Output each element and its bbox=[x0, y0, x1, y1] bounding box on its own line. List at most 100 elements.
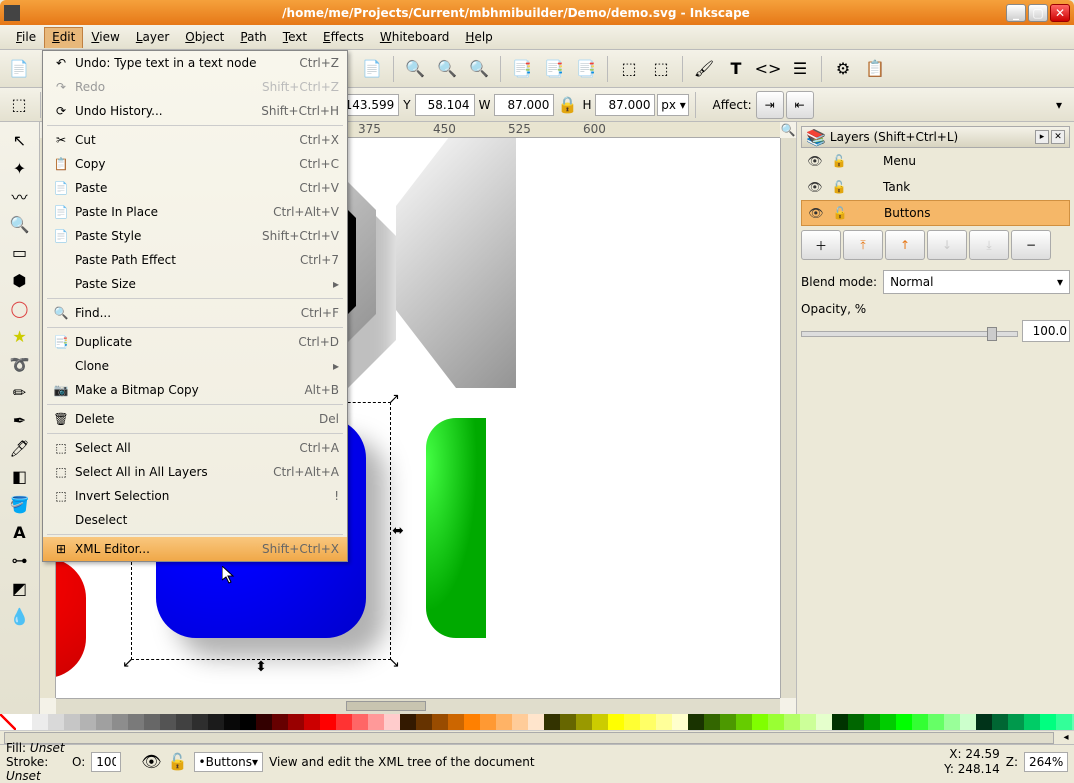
color-swatch[interactable] bbox=[64, 714, 80, 730]
gradient-tool[interactable]: ◩ bbox=[4, 574, 36, 602]
menu-object[interactable]: Object bbox=[177, 27, 232, 47]
affect-scale-corners-button[interactable]: ⇤ bbox=[786, 91, 814, 119]
layer-add-button[interactable]: ＋ bbox=[801, 230, 841, 260]
menu-item-select-all[interactable]: ⬚Select AllCtrl+A bbox=[43, 436, 347, 460]
menu-file[interactable]: File bbox=[8, 27, 44, 47]
color-swatch[interactable] bbox=[608, 714, 624, 730]
color-swatch[interactable] bbox=[640, 714, 656, 730]
menu-effects[interactable]: Effects bbox=[315, 27, 372, 47]
box3d-tool[interactable]: ⬢ bbox=[4, 266, 36, 294]
color-swatch[interactable] bbox=[1008, 714, 1024, 730]
color-swatch[interactable] bbox=[544, 714, 560, 730]
color-swatch[interactable] bbox=[944, 714, 960, 730]
unlink-button[interactable]: 📑 bbox=[571, 54, 601, 84]
layer-row[interactable]: 👁🔓Buttons bbox=[801, 200, 1070, 226]
color-swatch[interactable] bbox=[224, 714, 240, 730]
menu-item-undo-history[interactable]: ⟳Undo History...Shift+Ctrl+H bbox=[43, 99, 347, 123]
menu-item-make-a-bitmap-copy[interactable]: 📷Make a Bitmap CopyAlt+B bbox=[43, 378, 347, 402]
color-swatch[interactable] bbox=[1024, 714, 1040, 730]
menu-item-find[interactable]: 🔍Find...Ctrl+F bbox=[43, 301, 347, 325]
color-swatch[interactable] bbox=[416, 714, 432, 730]
color-swatch[interactable] bbox=[112, 714, 128, 730]
opacity-slider[interactable] bbox=[801, 331, 1018, 337]
color-swatch[interactable] bbox=[672, 714, 688, 730]
close-button[interactable]: ✕ bbox=[1050, 4, 1070, 22]
color-swatch[interactable] bbox=[320, 714, 336, 730]
color-swatch[interactable] bbox=[928, 714, 944, 730]
color-swatch[interactable] bbox=[1040, 714, 1056, 730]
minimize-button[interactable]: _ bbox=[1006, 4, 1026, 22]
eraser-tool[interactable]: ◧ bbox=[4, 462, 36, 490]
panel-iconify-button[interactable]: ▸ bbox=[1035, 130, 1049, 144]
menu-item-clone[interactable]: Clone▸ bbox=[43, 354, 347, 378]
lock-wh-button[interactable]: 🔒 bbox=[556, 94, 578, 116]
color-swatch[interactable] bbox=[192, 714, 208, 730]
color-swatch[interactable] bbox=[368, 714, 384, 730]
color-swatch[interactable] bbox=[208, 714, 224, 730]
group-button[interactable]: ⬚ bbox=[614, 54, 644, 84]
color-swatch[interactable] bbox=[720, 714, 736, 730]
color-swatch[interactable] bbox=[32, 714, 48, 730]
ellipse-tool[interactable]: ◯ bbox=[4, 294, 36, 322]
color-swatch[interactable] bbox=[832, 714, 848, 730]
text-tool[interactable]: A bbox=[4, 518, 36, 546]
eye-icon[interactable]: 👁 bbox=[807, 154, 823, 168]
color-swatch[interactable] bbox=[496, 714, 512, 730]
lock-icon[interactable]: 🔓 bbox=[832, 206, 848, 220]
zoom-icon[interactable]: 🔍 bbox=[780, 122, 796, 138]
resize-handle-sw[interactable]: ↙ bbox=[122, 657, 134, 669]
color-swatch[interactable] bbox=[752, 714, 768, 730]
color-swatch[interactable] bbox=[352, 714, 368, 730]
paste-button[interactable]: 📄 bbox=[357, 54, 387, 84]
color-swatch[interactable] bbox=[144, 714, 160, 730]
zoom-tool[interactable]: 🔍 bbox=[4, 210, 36, 238]
maximize-button[interactable]: ▢ bbox=[1028, 4, 1048, 22]
color-swatch[interactable] bbox=[656, 714, 672, 730]
red-button-shape[interactable] bbox=[56, 558, 86, 678]
pencil-tool[interactable]: ✏ bbox=[4, 378, 36, 406]
opacity-input[interactable] bbox=[1022, 320, 1070, 342]
palette-scrollbar[interactable] bbox=[4, 732, 1054, 744]
color-swatch[interactable] bbox=[912, 714, 928, 730]
resize-handle-s[interactable]: ⬍ bbox=[255, 661, 267, 673]
selector-tool[interactable]: ↖ bbox=[4, 126, 36, 154]
tweak-tool[interactable]: 〰 bbox=[4, 182, 36, 210]
color-swatch[interactable] bbox=[48, 714, 64, 730]
bezier-tool[interactable]: ✒ bbox=[4, 406, 36, 434]
spiral-tool[interactable]: ➰ bbox=[4, 350, 36, 378]
color-swatch[interactable] bbox=[400, 714, 416, 730]
menu-edit[interactable]: Edit bbox=[44, 27, 83, 48]
color-swatch[interactable] bbox=[880, 714, 896, 730]
menu-item-paste-in-place[interactable]: 📄Paste In PlaceCtrl+Alt+V bbox=[43, 200, 347, 224]
color-swatch[interactable] bbox=[272, 714, 288, 730]
menu-help[interactable]: Help bbox=[457, 27, 500, 47]
resize-handle-se[interactable]: ↘ bbox=[388, 657, 400, 669]
fill-stroke-indicator[interactable]: Fill: Unset Stroke: Unset bbox=[6, 741, 66, 783]
docprops-button[interactable]: 📋 bbox=[860, 54, 890, 84]
menu-view[interactable]: View bbox=[83, 27, 127, 47]
menu-item-paste-style[interactable]: 📄Paste StyleShift+Ctrl+V bbox=[43, 224, 347, 248]
color-swatch[interactable] bbox=[960, 714, 976, 730]
color-swatch[interactable] bbox=[16, 714, 32, 730]
menu-item-paste[interactable]: 📄PasteCtrl+V bbox=[43, 176, 347, 200]
color-swatch[interactable] bbox=[688, 714, 704, 730]
eye-icon[interactable]: 👁 bbox=[807, 180, 823, 194]
color-swatch[interactable] bbox=[96, 714, 112, 730]
dropper-tool[interactable]: 💧 bbox=[4, 602, 36, 630]
menu-text[interactable]: Text bbox=[275, 27, 315, 47]
menu-layer[interactable]: Layer bbox=[128, 27, 177, 47]
color-swatch[interactable] bbox=[800, 714, 816, 730]
color-swatch[interactable] bbox=[176, 714, 192, 730]
blend-mode-select[interactable]: Normal ▾ bbox=[883, 270, 1070, 294]
menu-item-paste-path-effect[interactable]: Paste Path EffectCtrl+7 bbox=[43, 248, 347, 272]
color-swatch[interactable] bbox=[448, 714, 464, 730]
fill-stroke-button[interactable]: 🖌 bbox=[689, 54, 719, 84]
connector-tool[interactable]: ⊶ bbox=[4, 546, 36, 574]
color-swatch[interactable] bbox=[560, 714, 576, 730]
vertical-scrollbar[interactable] bbox=[780, 138, 796, 698]
color-swatch[interactable] bbox=[992, 714, 1008, 730]
color-swatch[interactable] bbox=[384, 714, 400, 730]
clone-button[interactable]: 📑 bbox=[539, 54, 569, 84]
zoom-drawing-button[interactable]: 🔍 bbox=[432, 54, 462, 84]
layer-row[interactable]: 👁🔓Menu bbox=[801, 148, 1070, 174]
